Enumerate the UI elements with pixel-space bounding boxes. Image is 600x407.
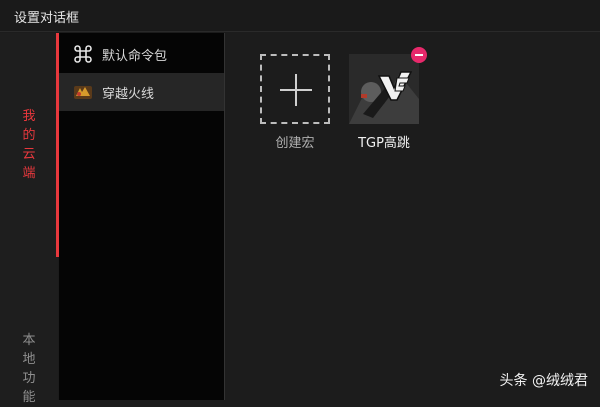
- menu-item-label: 默认命令包: [102, 48, 168, 64]
- tab-char: 能: [22, 390, 36, 405]
- window-title: 设置对话框: [14, 11, 80, 26]
- tab-char: 的: [22, 128, 36, 143]
- tab-char: 我: [22, 109, 36, 124]
- tab-char: 端: [22, 166, 36, 181]
- create-macro-label: 创建宏: [275, 136, 315, 151]
- tab-char: 地: [22, 352, 36, 367]
- macro-label: TGP高跳: [358, 136, 410, 151]
- command-key-icon: [73, 44, 93, 64]
- macro-grid: 创建宏 TGP高跳: [225, 33, 600, 400]
- crossfire-game-icon: [73, 82, 93, 102]
- watermark: 头条 @绒绒君: [499, 373, 588, 389]
- create-macro-button[interactable]: [260, 54, 330, 124]
- left-rail: 我 的 云 端 本 地 功 能: [0, 33, 58, 405]
- macro-tile-tgp-high-jump[interactable]: [349, 54, 419, 124]
- tab-my-cloud[interactable]: 我 的 云 端: [0, 107, 58, 183]
- menu-item-crossfire[interactable]: 穿越火线: [59, 73, 224, 111]
- tab-char: 功: [22, 371, 36, 386]
- tab-char: 云: [22, 147, 36, 162]
- plus-icon: [295, 74, 297, 106]
- menu-item-label: 穿越火线: [102, 86, 155, 102]
- menu-item-default-command-pack[interactable]: 默认命令包: [59, 35, 224, 73]
- crossfire-logo-thumbnail: [349, 54, 419, 124]
- tab-char: 本: [22, 333, 36, 348]
- remove-macro-button[interactable]: [411, 47, 427, 63]
- tab-local-features[interactable]: 本 地 功 能: [0, 331, 58, 407]
- title-bar: 设置对话框: [0, 0, 600, 32]
- command-pack-list: 默认命令包 穿越火线: [59, 33, 225, 400]
